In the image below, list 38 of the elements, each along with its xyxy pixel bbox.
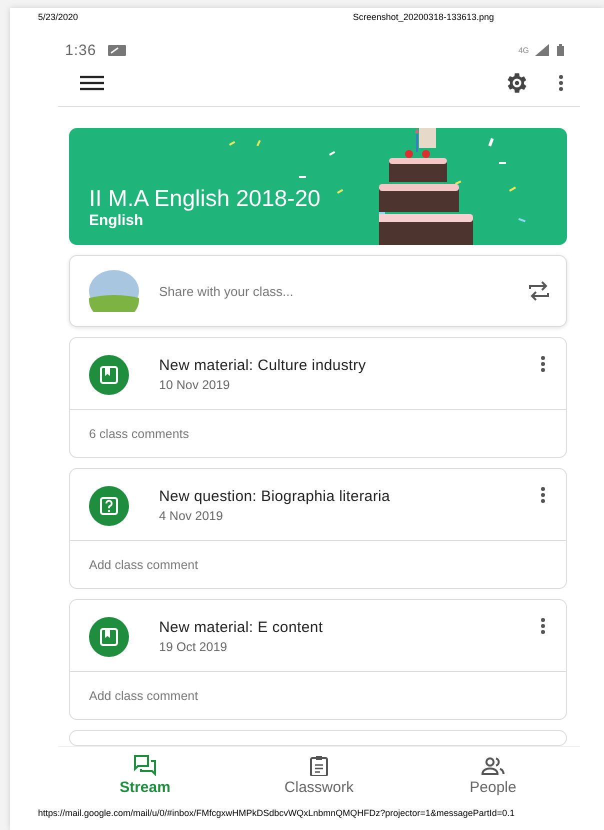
class-title: II M.A English 2018-20 <box>89 184 320 212</box>
more-options-icon[interactable] <box>540 486 546 504</box>
post-title: New question: Biographia literaria <box>159 488 392 505</box>
signal-icon <box>535 44 549 56</box>
print-filename: Screenshot_20200318-133613.png <box>352 12 494 24</box>
more-options-icon[interactable] <box>540 617 546 635</box>
question-post-icon <box>89 486 129 526</box>
material-post-icon <box>89 355 129 395</box>
repost-icon[interactable] <box>528 281 550 301</box>
class-section: English <box>89 212 320 229</box>
class-comment-link[interactable]: Add class comment <box>89 558 198 572</box>
material-post-icon <box>89 617 129 657</box>
class-comment-link[interactable]: 6 class comments <box>89 426 190 440</box>
more-options-icon[interactable] <box>558 74 564 92</box>
post-card[interactable]: New question: Biographia literaria 4 Nov 2019 Add class comment <box>69 468 567 589</box>
more-options-icon[interactable] <box>540 355 546 373</box>
print-date: 5/23/2020 <box>38 12 78 24</box>
menu-icon[interactable] <box>80 75 104 91</box>
post-card[interactable]: New material: E content 19 Oct 2019 Add class comment <box>69 599 567 720</box>
nav-tab[interactable]: Classwork <box>232 747 406 802</box>
post-date: 4 Nov 2019 <box>159 509 224 523</box>
nav-tab[interactable]: Stream <box>58 747 232 802</box>
post-title: New material: Culture industry <box>159 357 367 374</box>
post-date: 10 Nov 2019 <box>159 378 231 392</box>
status-time: 1:36 <box>65 42 96 58</box>
battery-icon <box>557 44 564 56</box>
share-input[interactable]: Share with your class... <box>159 284 528 298</box>
nav-tab[interactable]: People <box>406 747 580 802</box>
network-type: 4G <box>518 46 529 54</box>
class-comment-link[interactable]: Add class comment <box>89 688 198 702</box>
notification-icon <box>108 44 126 56</box>
post-title: New material: E content <box>159 619 324 636</box>
avatar-photo-placeholder <box>89 270 139 312</box>
chat-icon <box>133 754 157 776</box>
print-url: https://mail.google.com/mail/u/0/#inbox/FMfcgxwHMPkDSdbcvWQxLnbmnQMQHFDz?projector=1&messagePartId=0.1 <box>38 808 515 818</box>
post-card[interactable]: New material: Culture industry 10 Nov 2019 6 class comments <box>69 337 567 458</box>
clipboard-icon <box>307 754 331 776</box>
post-date: 19 Oct 2019 <box>159 640 228 654</box>
